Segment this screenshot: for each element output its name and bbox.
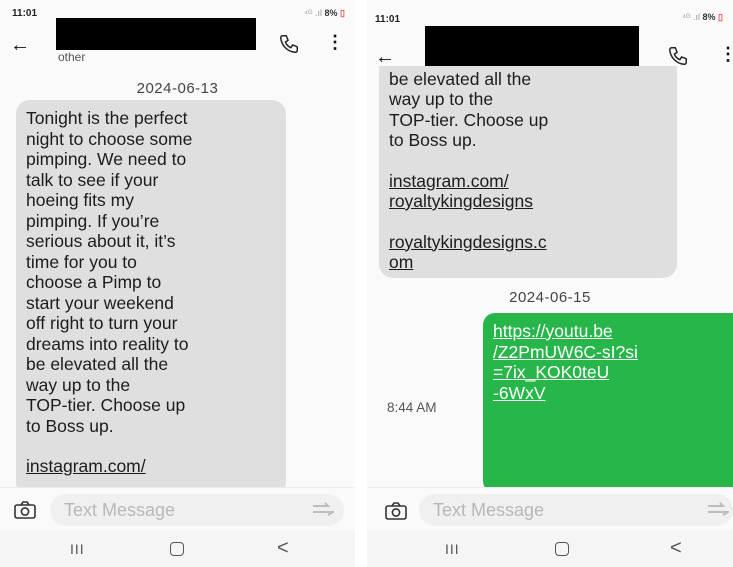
youtube-link-line[interactable]: /Z2PmUW6C-sI?si [493, 342, 723, 363]
send-icon[interactable] [707, 502, 729, 516]
instagram-link[interactable]: instagram.com/ [26, 456, 276, 477]
date-separator: 2024-06-15 [509, 289, 591, 306]
redacted-contact-name [56, 18, 256, 50]
message-line: TOP-tier. Choose up [389, 109, 549, 130]
text-message-input[interactable] [419, 494, 733, 526]
instagram-link-line[interactable]: instagram.com/ [389, 171, 667, 192]
youtube-link-line[interactable]: https://youtu.be [493, 321, 723, 342]
message-line: be elevated all the [26, 354, 169, 374]
date-separator: 2024-06-13 [136, 80, 219, 97]
camera-icon[interactable] [14, 501, 36, 519]
message-line: pimping. We need to [26, 149, 187, 169]
status-time: 11:01 [12, 8, 38, 19]
message-line: TOP-tier. Choose up [26, 395, 186, 415]
send-icon[interactable] [312, 502, 334, 516]
message-composer [367, 487, 733, 531]
message-timestamp: 8:44 AM [387, 400, 437, 415]
more-vertical-icon[interactable]: ⋮ [326, 32, 344, 53]
instagram-link-line[interactable]: royaltykingdesigns [389, 191, 667, 212]
outgoing-message-bubble[interactable]: https://youtu.be /Z2PmUW6C-sI?si =7ix_KO… [483, 313, 733, 493]
android-nav-bar: III < [0, 531, 355, 567]
message-composer [0, 487, 355, 531]
battery-level: 8% [324, 8, 338, 18]
conversation-header: ← other ⋮ [0, 18, 355, 68]
signal-icon: ⁴ᴳ [304, 8, 313, 18]
home-icon[interactable] [555, 542, 569, 556]
message-line: talk to see if your [26, 169, 159, 190]
message-line: choose a Pimp to [26, 272, 162, 292]
more-vertical-icon[interactable]: ⋮ [719, 44, 733, 65]
right-screenshot: 11:01 ⁴ᴳ .ıl 8% ▯ ← ⋮ ​ be elevated all … [367, 0, 733, 567]
message-line: serious about it, it’s [26, 231, 176, 251]
status-bar: 11:01 ⁴ᴳ .ıl 8% ▯ [367, 0, 733, 25]
signal-icon: ⁴ᴳ [682, 12, 691, 22]
recents-icon[interactable]: III [70, 541, 85, 557]
message-line: to Boss up. [26, 415, 114, 436]
nav-back-icon[interactable]: < [670, 537, 682, 560]
back-arrow-icon[interactable]: ← [10, 34, 30, 57]
message-line: way up to the [26, 374, 131, 395]
youtube-link-line[interactable]: -6WxV [493, 383, 723, 404]
android-nav-bar: III < [367, 531, 733, 567]
camera-icon[interactable] [385, 502, 407, 520]
message-line: hoeing fits my [26, 190, 134, 210]
website-link-line[interactable]: royaltykingdesigns.c [389, 232, 667, 253]
battery-icon: ▯ [340, 8, 345, 18]
status-time: 11:01 [375, 14, 401, 25]
message-line: time for you to [26, 251, 137, 272]
phone-icon[interactable] [667, 45, 689, 67]
message-line: dreams into reality to [26, 333, 189, 354]
redacted-contact-name [425, 26, 639, 68]
message-line: pimping. If you’re [26, 210, 160, 231]
divider [355, 0, 367, 567]
home-icon[interactable] [170, 542, 184, 556]
youtube-link-line[interactable]: =7ix_KOK0teU [493, 362, 723, 383]
status-indicators: ⁴ᴳ .ıl 8% ▯ [304, 8, 345, 18]
recents-icon[interactable]: III [445, 541, 460, 557]
battery-icon: ▯ [718, 12, 723, 22]
phone-icon[interactable] [278, 33, 300, 55]
text-message-input[interactable] [50, 494, 344, 526]
message-line: Tonight is the perfect [26, 108, 188, 128]
nav-back-icon[interactable]: < [277, 537, 289, 560]
message-line: be elevated all the [389, 68, 532, 89]
message-line: night to choose some [26, 128, 193, 149]
status-indicators: ⁴ᴳ .ıl 8% ▯ [682, 12, 723, 22]
message-line: off right to turn your [26, 313, 178, 333]
contact-sub-label: other [58, 50, 86, 64]
left-screenshot: 11:01 ⁴ᴳ .ıl 8% ▯ ← other ⋮ 2024-06-13 T… [0, 0, 355, 567]
website-link-line[interactable]: om [389, 252, 667, 273]
message-line: start your weekend [26, 292, 174, 313]
incoming-message-bubble: ​ be elevated all the way up to the TOP-… [379, 66, 677, 278]
message-line: way up to the [389, 89, 494, 109]
message-line: to Boss up. [389, 130, 477, 150]
battery-level: 8% [702, 12, 716, 22]
incoming-message-bubble: Tonight is the perfect night to choose s… [16, 100, 286, 496]
